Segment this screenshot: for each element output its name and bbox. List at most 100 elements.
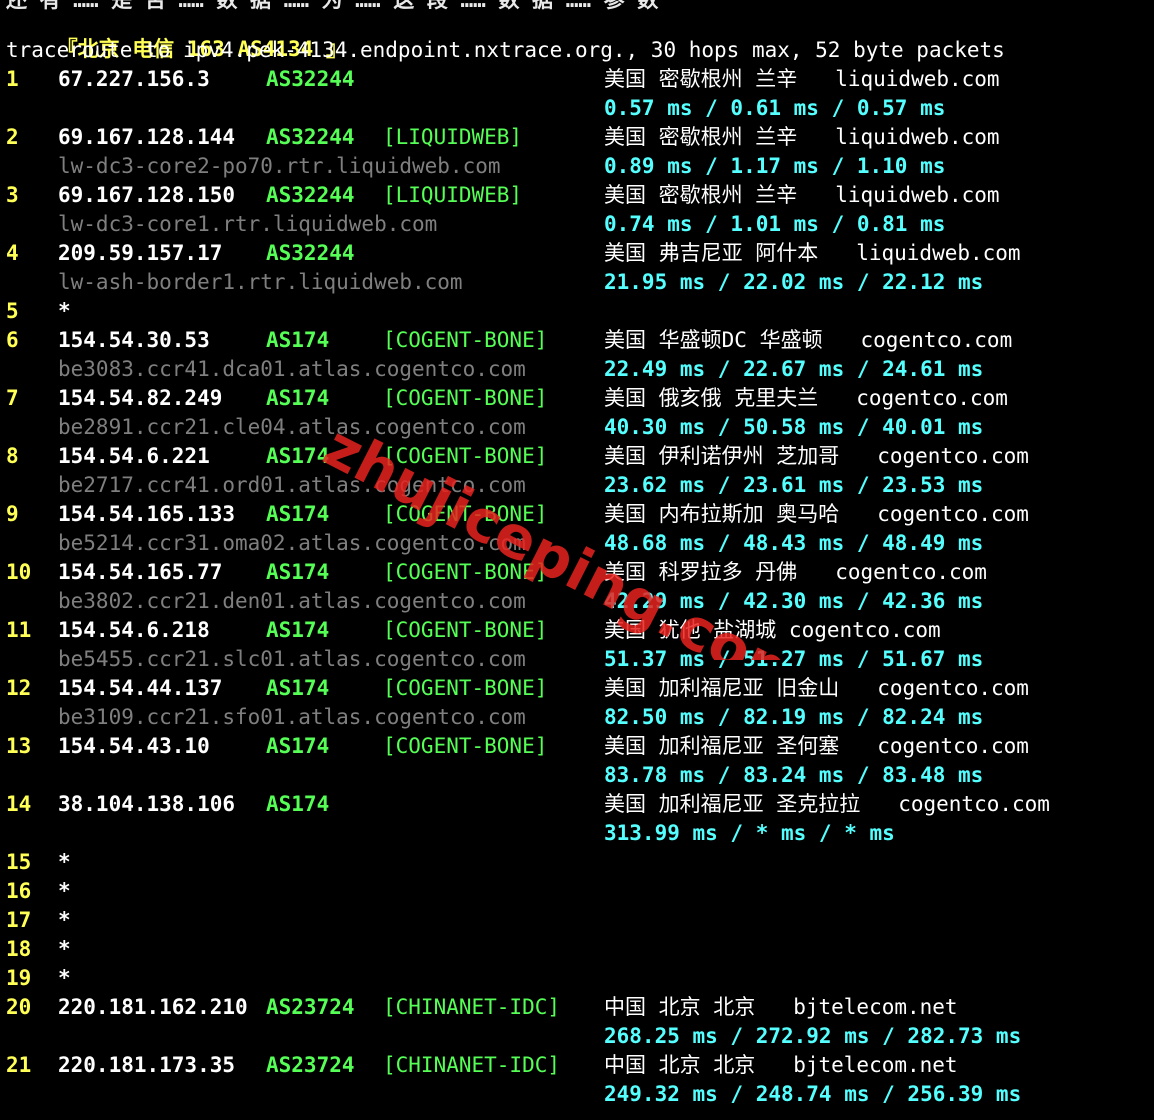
hop-asn: AS174 <box>266 502 330 526</box>
hop-timeout: * <box>58 879 71 903</box>
hop-rtt: 48.68 ms / 48.43 ms / 48.49 ms <box>604 531 984 555</box>
hop-geo: 美国 科罗拉多 丹佛 cogentco.com <box>604 560 987 584</box>
hop-number: 6 <box>6 328 19 352</box>
hop-tag: [COGENT-BONE] <box>383 618 548 642</box>
hop-geo: 美国 密歇根州 兰辛 liquidweb.com <box>604 125 1000 149</box>
hop-asn: AS174 <box>266 734 330 758</box>
hop-number: 8 <box>6 444 19 468</box>
hop-hostname: be3083.ccr41.dca01.atlas.cogentco.com <box>58 357 526 381</box>
hop-ip: 154.54.82.249 <box>58 386 223 410</box>
hop-number: 12 <box>6 676 32 700</box>
hop-rtt: 51.37 ms / 51.27 ms / 51.67 ms <box>604 647 984 671</box>
hop-number: 7 <box>6 386 19 410</box>
hop-rtt: 268.25 ms / 272.92 ms / 282.73 ms <box>604 1024 1022 1048</box>
hop-asn: AS32244 <box>266 183 355 207</box>
hop-tag: [COGENT-BONE] <box>383 444 548 468</box>
hop-ip: 209.59.157.17 <box>58 241 223 265</box>
hop-rtt: 0.89 ms / 1.17 ms / 1.10 ms <box>604 154 946 178</box>
hop-geo: 美国 伊利诺伊州 芝加哥 cogentco.com <box>604 444 1029 468</box>
hop-timeout: * <box>58 908 71 932</box>
hop-rtt: 0.57 ms / 0.61 ms / 0.57 ms <box>604 96 946 120</box>
hop-asn: AS174 <box>266 618 330 642</box>
hop-number: 20 <box>6 995 32 1019</box>
hop-number: 4 <box>6 241 19 265</box>
hop-tag: [COGENT-BONE] <box>383 502 548 526</box>
hop-tag: [COGENT-BONE] <box>383 560 548 584</box>
hop-geo: 美国 弗吉尼亚 阿什本 liquidweb.com <box>604 241 1021 265</box>
hop-rtt: 83.78 ms / 83.24 ms / 83.48 ms <box>604 763 984 787</box>
hop-asn: AS32244 <box>266 125 355 149</box>
hop-hostname: be3109.ccr21.sfo01.atlas.cogentco.com <box>58 705 526 729</box>
hop-timeout: * <box>58 299 71 323</box>
hop-tag: [CHINANET-IDC] <box>383 1053 561 1077</box>
hop-ip: 154.54.6.221 <box>58 444 210 468</box>
hop-hostname: be2891.ccr21.cle04.atlas.cogentco.com <box>58 415 526 439</box>
hop-tag: [LIQUIDWEB] <box>383 183 523 207</box>
hop-rtt: 40.30 ms / 50.58 ms / 40.01 ms <box>604 415 984 439</box>
hop-tag: [LIQUIDWEB] <box>383 125 523 149</box>
hop-rtt: 23.62 ms / 23.61 ms / 23.53 ms <box>604 473 984 497</box>
hop-asn: AS23724 <box>266 1053 355 1077</box>
hop-ip: 69.167.128.150 <box>58 183 236 207</box>
hop-geo: 美国 俄亥俄 克里夫兰 cogentco.com <box>604 386 1008 410</box>
hop-ip: 220.181.162.210 <box>58 995 248 1019</box>
hop-rtt: 22.49 ms / 22.67 ms / 24.61 ms <box>604 357 984 381</box>
hop-tag: [COGENT-BONE] <box>383 386 548 410</box>
hop-rtt: 249.32 ms / 248.74 ms / 256.39 ms <box>604 1082 1022 1106</box>
hop-ip: 154.54.165.133 <box>58 502 236 526</box>
hop-rtt: 0.74 ms / 1.01 ms / 0.81 ms <box>604 212 946 236</box>
hop-geo: 中国 北京 北京 bjtelecom.net <box>604 995 958 1019</box>
hop-geo: 美国 内布拉斯加 奥马哈 cogentco.com <box>604 502 1029 526</box>
hop-asn: AS174 <box>266 560 330 584</box>
hop-asn: AS174 <box>266 676 330 700</box>
hop-number: 5 <box>6 299 19 323</box>
traceroute-command-line: traceroute to ipv4.pek-4134.endpoint.nxt… <box>6 38 1005 62</box>
hop-number: 11 <box>6 618 32 642</box>
hop-number: 2 <box>6 125 19 149</box>
hop-tag: [COGENT-BONE] <box>383 734 548 758</box>
hop-geo: 美国 犹他 盐湖城 cogentco.com <box>604 618 941 642</box>
hop-number: 10 <box>6 560 32 584</box>
hop-geo: 美国 华盛顿DC 华盛顿 cogentco.com <box>604 328 1013 352</box>
hop-ip: 154.54.43.10 <box>58 734 210 758</box>
hop-asn: AS32244 <box>266 67 355 91</box>
hop-ip: 38.104.138.106 <box>58 792 236 816</box>
hop-asn: AS174 <box>266 444 330 468</box>
hop-asn: AS174 <box>266 328 330 352</box>
hop-number: 19 <box>6 966 32 990</box>
hop-hostname: be5455.ccr21.slc01.atlas.cogentco.com <box>58 647 526 671</box>
hop-ip: 67.227.156.3 <box>58 67 210 91</box>
hop-geo: 美国 加利福尼亚 圣何塞 cogentco.com <box>604 734 1029 758</box>
hop-rtt: 42.29 ms / 42.30 ms / 42.36 ms <box>604 589 984 613</box>
hop-geo: 美国 加利福尼亚 旧金山 cogentco.com <box>604 676 1029 700</box>
hop-asn: AS32244 <box>266 241 355 265</box>
hop-ip: 220.181.173.35 <box>58 1053 236 1077</box>
hop-geo: 中国 北京 北京 bjtelecom.net <box>604 1053 958 1077</box>
hop-number: 21 <box>6 1053 32 1077</box>
hop-timeout: * <box>58 850 71 874</box>
hop-ip: 154.54.30.53 <box>58 328 210 352</box>
hop-tag: [COGENT-BONE] <box>383 328 548 352</box>
hop-tag: [COGENT-BONE] <box>383 676 548 700</box>
hop-number: 15 <box>6 850 32 874</box>
hop-rtt: 313.99 ms / * ms / * ms <box>604 821 895 845</box>
hop-asn: AS23724 <box>266 995 355 1019</box>
hop-timeout: * <box>58 937 71 961</box>
hop-number: 9 <box>6 502 19 526</box>
hop-rtt: 82.50 ms / 82.19 ms / 82.24 ms <box>604 705 984 729</box>
hop-number: 13 <box>6 734 32 758</box>
hop-number: 16 <box>6 879 32 903</box>
hop-rtt: 21.95 ms / 22.02 ms / 22.12 ms <box>604 270 984 294</box>
hop-tag: [CHINANET-IDC] <box>383 995 561 1019</box>
hop-timeout: * <box>58 966 71 990</box>
provider-header: 『北京 电信 163 AS4134 』 <box>6 6 347 61</box>
hop-hostname: be3802.ccr21.den01.atlas.cogentco.com <box>58 589 526 613</box>
hop-hostname: lw-dc3-core2-po70.rtr.liquidweb.com <box>58 154 501 178</box>
hop-geo: 美国 密歇根州 兰辛 liquidweb.com <box>604 67 1000 91</box>
hop-ip: 154.54.44.137 <box>58 676 223 700</box>
hop-hostname: lw-ash-border1.rtr.liquidweb.com <box>58 270 463 294</box>
hop-number: 1 <box>6 67 19 91</box>
terminal-window[interactable]: 还 有 …… 是 否 …… 数 据 …… 为 …… 这 段 …… 数 据 …… … <box>0 0 1154 1120</box>
hop-number: 18 <box>6 937 32 961</box>
hop-geo: 美国 加利福尼亚 圣克拉拉 cogentco.com <box>604 792 1050 816</box>
